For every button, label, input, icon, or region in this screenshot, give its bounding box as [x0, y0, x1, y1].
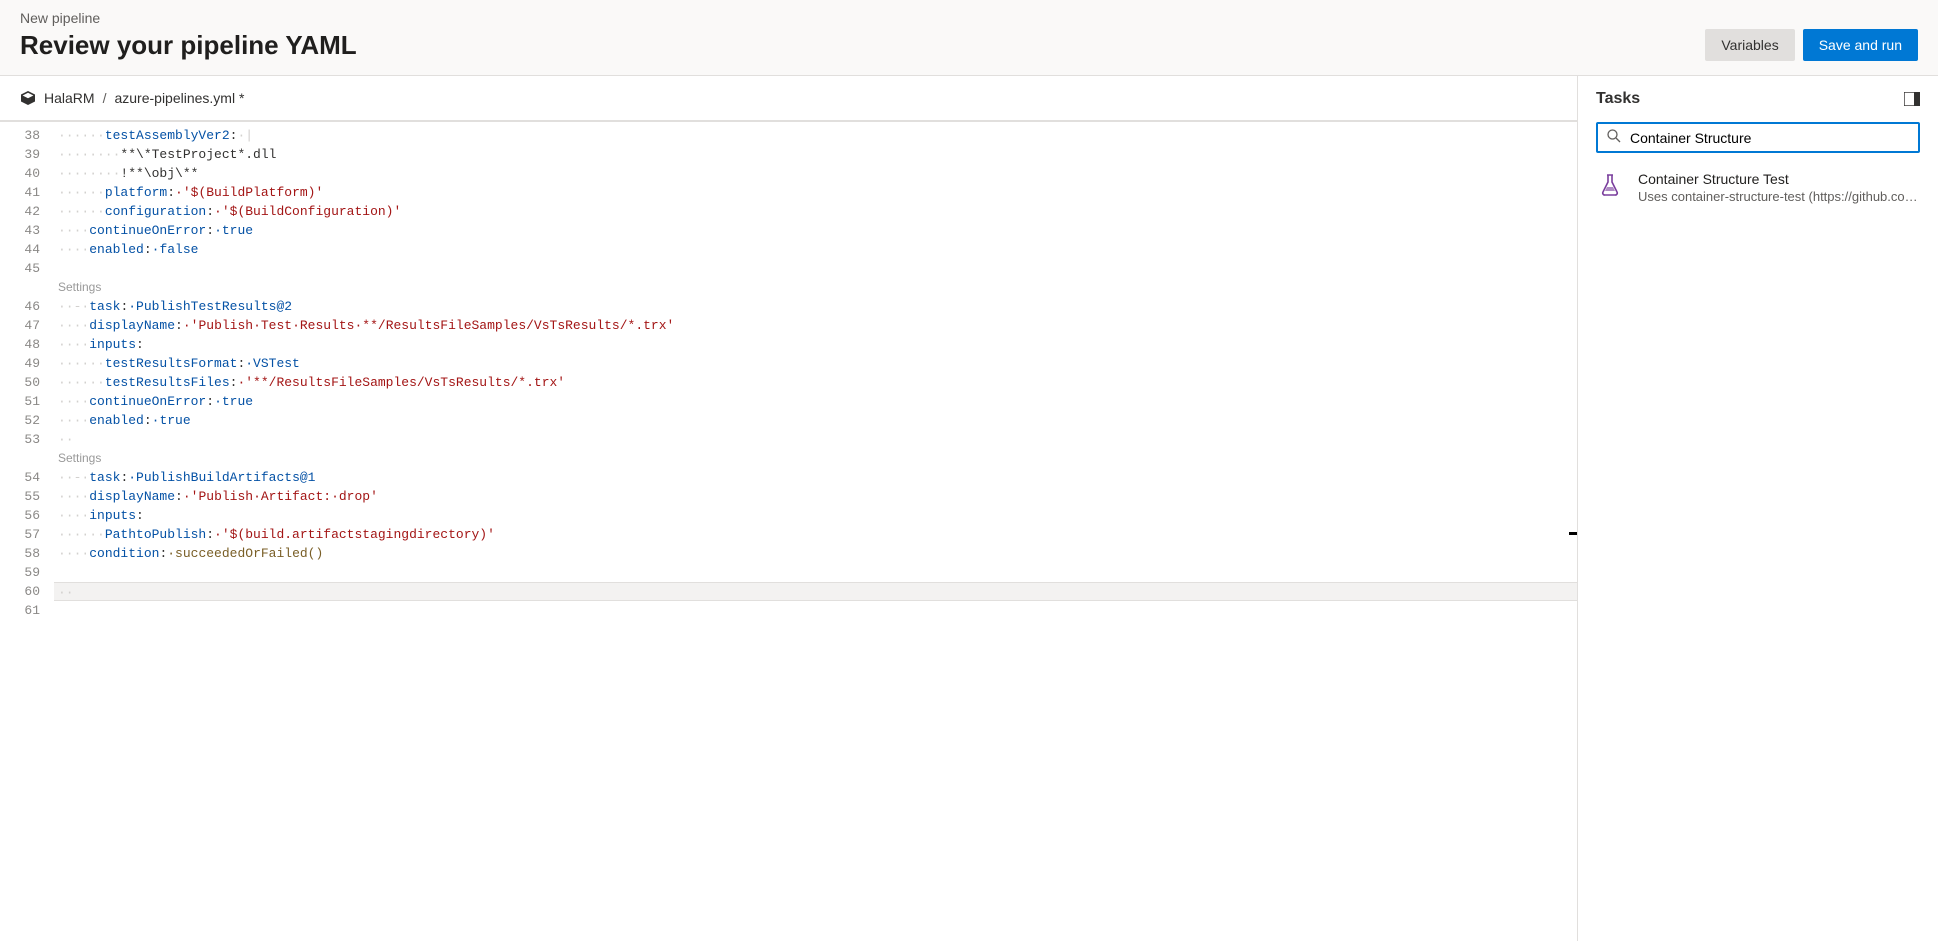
editor-pane: HalaRM / azure-pipelines.yml * 38 39 40 … [0, 76, 1578, 941]
tasks-pane: Tasks Container Structure Test Uses cont… [1578, 76, 1938, 941]
page-subtitle: New pipeline [20, 10, 357, 26]
codelens-settings[interactable]: Settings [54, 278, 1577, 297]
page-header: New pipeline Review your pipeline YAML V… [0, 0, 1938, 76]
page-title: Review your pipeline YAML [20, 30, 357, 61]
task-result-name: Container Structure Test [1638, 171, 1920, 187]
codelens-settings[interactable]: Settings [54, 449, 1577, 468]
breadcrumb-repo[interactable]: HalaRM [44, 90, 95, 106]
tasks-search-input[interactable] [1630, 130, 1910, 146]
breadcrumb-separator: / [103, 90, 107, 106]
search-icon [1606, 128, 1622, 147]
collapse-panel-icon[interactable] [1904, 92, 1920, 106]
save-and-run-button[interactable]: Save and run [1803, 29, 1918, 61]
code-content[interactable]: ······testAssemblyVer2:·| ········**\*Te… [54, 122, 1577, 941]
tasks-search-box[interactable] [1596, 122, 1920, 153]
yaml-editor[interactable]: 38 39 40 41 42 43 44 45 46 47 48 49 50 5… [0, 121, 1577, 941]
flask-icon [1596, 171, 1624, 202]
breadcrumb-file: azure-pipelines.yml * [114, 90, 244, 106]
tasks-title: Tasks [1596, 90, 1640, 108]
line-gutter: 38 39 40 41 42 43 44 45 46 47 48 49 50 5… [0, 122, 54, 941]
variables-button[interactable]: Variables [1705, 29, 1794, 61]
task-result-item[interactable]: Container Structure Test Uses container-… [1596, 167, 1920, 208]
task-result-desc: Uses container-structure-test (https://g… [1638, 189, 1920, 204]
header-actions: Variables Save and run [1705, 29, 1918, 61]
resize-handle[interactable] [1569, 532, 1577, 535]
repo-icon [20, 90, 36, 106]
breadcrumb: HalaRM / azure-pipelines.yml * [0, 76, 1577, 121]
